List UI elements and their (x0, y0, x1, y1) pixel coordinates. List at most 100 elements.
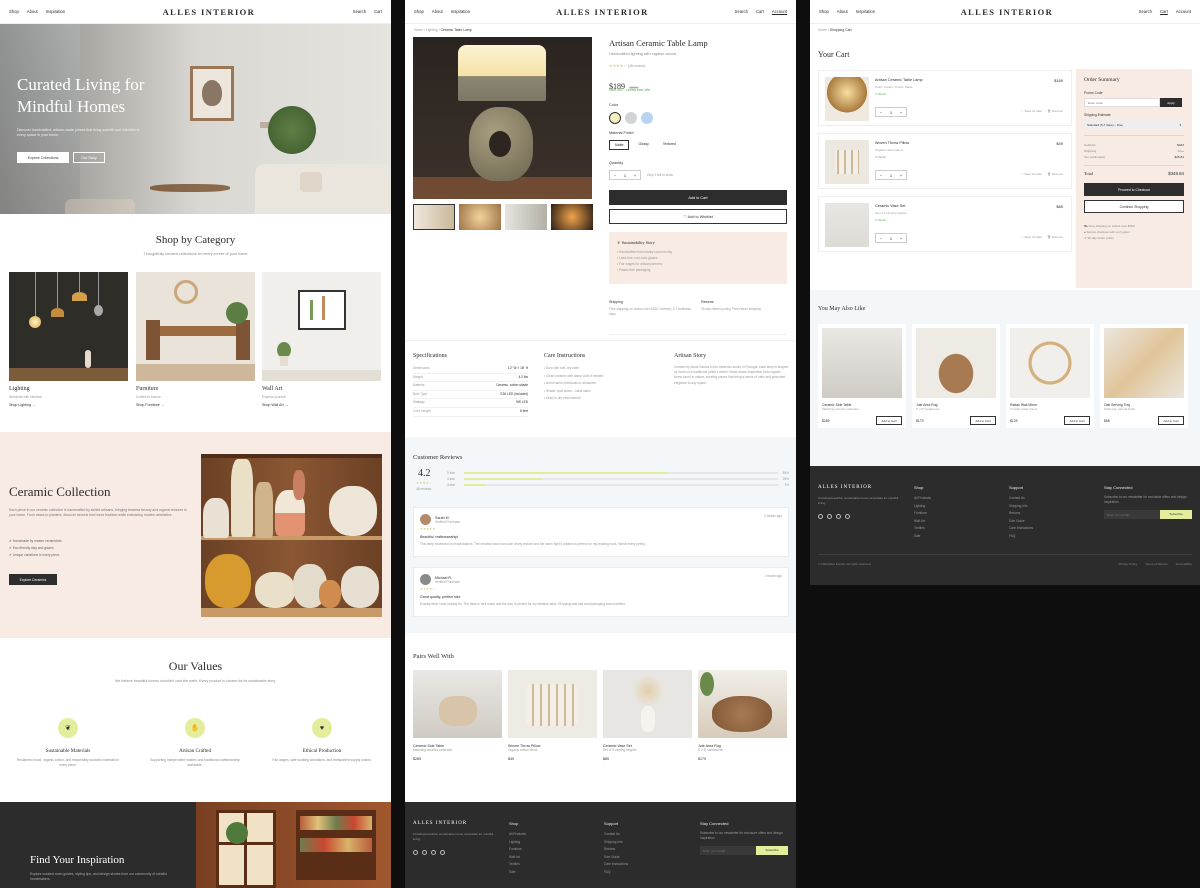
cart-item-image[interactable] (825, 140, 869, 184)
footer-link[interactable]: All Products (914, 495, 931, 503)
plus-icon[interactable]: + (896, 110, 906, 115)
footer-link[interactable]: FAQ (604, 869, 628, 877)
thumbnail[interactable] (551, 204, 593, 230)
instagram-icon[interactable] (818, 514, 823, 519)
category-card-lighting-image[interactable] (9, 272, 128, 381)
remove-button[interactable]: 🗑︎ Remove (1047, 109, 1063, 113)
plus-icon[interactable]: + (630, 173, 640, 178)
brand-logo[interactable]: ALLES INTERIOR (556, 7, 649, 17)
nav-inspiration[interactable]: Inspiration (46, 9, 65, 14)
save-for-later-button[interactable]: ♡ Save for later (1021, 109, 1042, 113)
facebook-icon[interactable] (422, 850, 427, 855)
reviews-count[interactable]: (48 reviews) (628, 64, 645, 68)
footer-link[interactable]: Shipping Info (604, 839, 628, 847)
finish-textured[interactable]: Textured (658, 140, 681, 150)
plus-icon[interactable]: + (896, 173, 906, 178)
footer-link[interactable]: Textiles (509, 861, 526, 869)
promo-code-input[interactable] (1084, 98, 1160, 107)
nav-shop[interactable]: Shop (9, 9, 19, 14)
twitter-icon[interactable] (845, 514, 850, 519)
product-card[interactable]: Ceramic Side Table Matching ceramic coll… (413, 670, 502, 761)
nav-cart[interactable]: Cart (374, 9, 382, 14)
pinterest-icon[interactable] (836, 514, 841, 519)
footer-link[interactable]: All Products (509, 831, 526, 839)
quantity-value[interactable]: 1 (886, 236, 896, 241)
footer-link[interactable]: Returns (604, 846, 628, 854)
pinterest-icon[interactable] (431, 850, 436, 855)
thumbnail[interactable] (459, 204, 501, 230)
cart-item-image[interactable] (825, 77, 869, 121)
add-to-cart-button[interactable]: Add to Cart (1064, 416, 1090, 425)
footer-link[interactable]: Returns (1009, 510, 1033, 518)
footer-link[interactable]: Furniture (509, 846, 526, 854)
footer-link[interactable]: FAQ (1009, 533, 1033, 541)
category-link[interactable]: Shop Lighting → (9, 403, 128, 407)
explore-ceramics-button[interactable]: Explore Ceramics (9, 574, 57, 585)
terms-link[interactable]: Terms of Service (1145, 562, 1167, 566)
add-to-cart-button[interactable]: Add to Cart (970, 416, 996, 425)
nav-about[interactable]: About (432, 9, 443, 14)
subscribe-button[interactable]: Subscribe (756, 846, 788, 856)
category-card-furniture-image[interactable] (136, 272, 255, 381)
footer-link[interactable]: Care Instructions (604, 861, 628, 869)
newsletter-email-input[interactable] (700, 846, 756, 856)
save-for-later-button[interactable]: ♡ Save for later (1021, 235, 1042, 239)
newsletter-email-input[interactable] (1104, 510, 1160, 520)
nav-shop[interactable]: Shop (819, 9, 829, 14)
nav-shop[interactable]: Shop (414, 9, 424, 14)
nav-about[interactable]: About (837, 9, 848, 14)
quantity-value[interactable]: 1 (886, 110, 896, 115)
breadcrumb-category[interactable]: Lighting (426, 28, 438, 32)
continue-shopping-button[interactable]: Continue Shopping (1084, 200, 1184, 213)
breadcrumb-home[interactable]: Home (414, 28, 423, 32)
swatch-blue[interactable] (641, 112, 653, 124)
footer-link[interactable]: Lighting (509, 839, 526, 847)
nav-account[interactable]: Account (772, 9, 787, 14)
add-to-cart-button[interactable]: Add to Cart (876, 416, 902, 425)
product-image[interactable] (1104, 328, 1184, 398)
nav-cart[interactable]: Cart (1160, 9, 1168, 14)
accessibility-link[interactable]: Accessibility (1176, 562, 1192, 566)
plus-icon[interactable]: + (896, 236, 906, 241)
twitter-icon[interactable] (440, 850, 445, 855)
footer-link[interactable]: Contact Us (604, 831, 628, 839)
add-to-cart-button[interactable]: Add to Cart (609, 190, 787, 205)
finish-glossy[interactable]: Glossy (633, 140, 653, 150)
cart-item-image[interactable] (825, 203, 869, 247)
minus-icon[interactable]: − (876, 173, 886, 178)
category-link[interactable]: Shop Wall Art → (262, 403, 381, 407)
thumbnail[interactable] (505, 204, 547, 230)
privacy-link[interactable]: Privacy Policy (1119, 562, 1138, 566)
footer-link[interactable]: Shipping Info (1009, 503, 1033, 511)
brand-logo[interactable]: ALLES INTERIOR (163, 7, 256, 17)
swatch-grey[interactable] (625, 112, 637, 124)
nav-account[interactable]: Account (1176, 9, 1191, 14)
remove-button[interactable]: 🗑︎ Remove (1047, 235, 1063, 239)
product-image[interactable] (916, 328, 996, 398)
footer-link[interactable]: Size Guide (604, 854, 628, 862)
checkout-button[interactable]: Proceed to Checkout (1084, 183, 1184, 196)
thumbnail[interactable] (413, 204, 455, 230)
remove-button[interactable]: 🗑︎ Remove (1047, 172, 1063, 176)
cart-item-name[interactable]: Artisan Ceramic Table Lamp (875, 78, 923, 82)
swatch-cream[interactable] (609, 112, 621, 124)
footer-link[interactable]: Textiles (914, 525, 931, 533)
footer-link[interactable]: Sale (914, 533, 931, 541)
quantity-value[interactable]: 1 (886, 173, 896, 178)
minus-icon[interactable]: − (876, 236, 886, 241)
our-story-button[interactable]: Our Story (73, 152, 105, 163)
facebook-icon[interactable] (827, 514, 832, 519)
minus-icon[interactable]: − (876, 110, 886, 115)
breadcrumb-home[interactable]: Home (818, 28, 827, 32)
footer-link[interactable]: Contact Us (1009, 495, 1033, 503)
footer-link[interactable]: Care Instructions (1009, 525, 1033, 533)
add-to-wishlist-button[interactable]: ♡ Add to Wishlist (609, 209, 787, 224)
subscribe-button[interactable]: Subscribe (1160, 510, 1192, 520)
footer-link[interactable]: Furniture (914, 510, 931, 518)
apply-promo-button[interactable]: Apply (1160, 98, 1182, 107)
product-card[interactable]: Jute Area Rug 5' x 8' handwoven $179 (698, 670, 787, 761)
product-image[interactable] (1010, 328, 1090, 398)
nav-inspiration[interactable]: Inspiration (856, 9, 875, 14)
product-card[interactable]: Woven Throw Pillow Organic cotton blend … (508, 670, 597, 761)
nav-cart[interactable]: Cart (756, 9, 764, 14)
